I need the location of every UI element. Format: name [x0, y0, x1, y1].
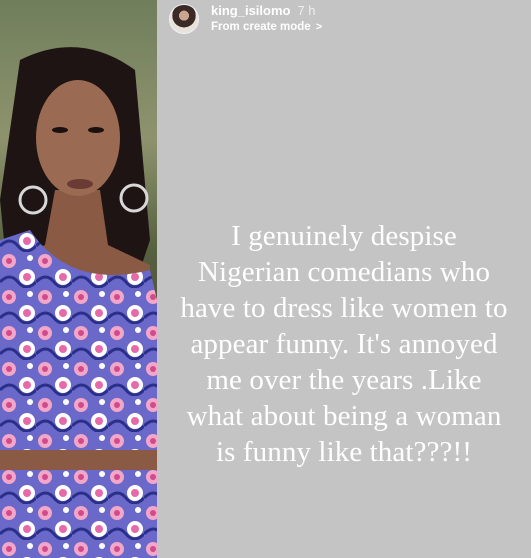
story-text-line: appear funny. It's annoyed	[190, 328, 498, 360]
story-text-line: what about being a woman	[186, 400, 502, 432]
story-header: king_isilomo 7 h From create mode >	[169, 2, 322, 36]
woman-portrait-photo	[0, 0, 157, 558]
avatar[interactable]	[169, 4, 199, 34]
story-text-line: Nigerian comedians who	[197, 256, 491, 288]
story-text-line: is funny like that???!!	[216, 436, 472, 468]
story-text: I genuinely despise Nigerian comedians w…	[157, 218, 531, 470]
story-text-line: I genuinely despise	[231, 220, 457, 252]
create-mode-link[interactable]: From create mode >	[211, 21, 322, 34]
story-meta: king_isilomo 7 h From create mode >	[211, 2, 322, 34]
story-panel[interactable]: king_isilomo 7 h From create mode > I ge…	[157, 0, 531, 558]
portrait-illustration	[0, 0, 157, 558]
post-time: 7 h	[297, 2, 316, 18]
story-text-line: me over the years .Like	[206, 364, 482, 396]
story-screen: king_isilomo 7 h From create mode > I ge…	[0, 0, 531, 558]
create-mode-label: From create mode	[211, 20, 311, 33]
username-link[interactable]: king_isilomo	[211, 3, 290, 19]
story-meta-top: king_isilomo 7 h	[211, 2, 322, 19]
chevron-right-icon: >	[315, 21, 323, 34]
story-text-line: have to dress like women to	[180, 292, 508, 324]
